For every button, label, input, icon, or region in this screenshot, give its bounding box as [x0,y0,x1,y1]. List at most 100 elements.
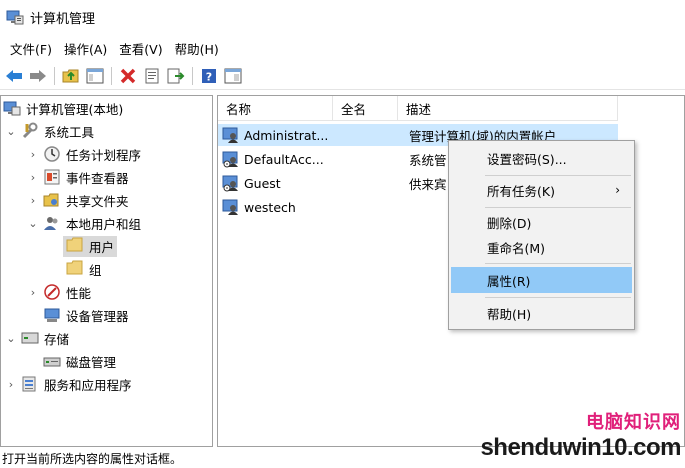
tree-item-label: 共享文件夹 [66,193,129,209]
computer-management-icon [3,99,21,117]
context-menu: 设置密码(S)... 所有任务(K) › 删除(D) 重命名(M) 属性(R) … [448,140,635,330]
menu-file[interactable]: 文件(F) [4,39,58,58]
context-menu-label: 删除(D) [487,215,532,231]
toolbar-separator [111,66,112,85]
column-header-fullname[interactable]: 全名 [333,96,398,121]
up-folder-icon[interactable] [60,65,82,87]
list-header: 名称 全名 描述 [218,96,618,121]
tree-item-performance[interactable]: › 性能 [27,281,91,303]
tree-item-label: 组 [89,262,102,278]
title-bar: 计算机管理 [0,0,685,34]
system-tools-icon [21,122,39,140]
user-name-cell: westech [244,199,296,215]
tree-item-event-viewer[interactable]: › 事件查看器 [27,166,129,188]
tree-item-label: 性能 [66,285,92,301]
toolbar: ? [0,62,685,90]
context-menu-separator [485,263,631,264]
user-name-cell: Administrat... [244,127,329,143]
tree-item-groups[interactable]: 组 [66,258,102,280]
expand-chevron-icon[interactable]: ⌄ [5,125,17,138]
user-name-cell: DefaultAcc... [244,151,324,167]
context-menu-label: 属性(R) [487,273,531,289]
context-menu-properties[interactable]: 属性(R) [451,267,632,293]
show-hide-tree-icon[interactable] [84,65,106,87]
context-menu-separator [485,207,631,208]
column-header-name[interactable]: 名称 [218,96,333,121]
context-menu-rename[interactable]: 重命名(M) [451,234,632,260]
delete-icon[interactable] [117,65,139,87]
tree-item-services-applications[interactable]: › 服务和应用程序 [5,373,132,395]
context-menu-label: 所有任务(K) [487,183,555,199]
context-menu-delete[interactable]: 删除(D) [451,209,632,235]
context-menu-set-password[interactable]: 设置密码(S)... [451,145,632,171]
expand-chevron-icon[interactable]: › [27,148,39,161]
tree-item-disk-management[interactable]: 磁盘管理 [43,350,116,372]
tree-item-label: 磁盘管理 [66,354,117,370]
view-toggle-icon[interactable] [222,65,244,87]
context-menu-all-tasks[interactable]: 所有任务(K) › [451,177,632,203]
performance-icon [43,283,61,301]
help-icon[interactable]: ? [198,65,220,87]
tree-item-label: 本地用户和组 [66,216,142,232]
context-menu-separator [485,297,631,298]
svg-text:?: ? [206,70,212,83]
folder-icon [66,237,84,255]
local-users-groups-icon [43,214,61,232]
services-apps-icon [21,375,39,393]
user-account-icon [222,126,240,144]
tree-item-label: 服务和应用程序 [44,377,132,393]
context-menu-separator [485,175,631,176]
menu-help[interactable]: 帮助(H) [169,39,225,58]
context-menu-help[interactable]: 帮助(H) [451,300,632,326]
submenu-arrow-icon: › [615,183,620,197]
tree-item-computer-management[interactable]: 计算机管理(本地) [3,97,123,119]
folder-icon [66,260,84,278]
expand-chevron-icon[interactable]: › [27,286,39,299]
tree-item-device-manager[interactable]: 设备管理器 [43,304,129,326]
context-menu-label: 重命名(M) [487,240,546,256]
tree-item-shared-folders[interactable]: › 共享文件夹 [27,189,129,211]
back-arrow-icon[interactable] [3,65,25,87]
tree-item-label: 系统工具 [44,124,95,140]
tree-item-label: 设备管理器 [66,308,129,324]
tree-item-label: 计算机管理(本地) [26,101,124,117]
disabled-user-account-icon [222,174,240,192]
context-menu-label: 帮助(H) [487,306,532,322]
expand-chevron-icon[interactable]: › [27,194,39,207]
user-name-cell: Guest [244,175,281,191]
navigation-tree[interactable]: 计算机管理(本地) ⌄ 系统工具 › 任务计划程序 › 事件查看器 › 共享文件… [0,95,213,447]
expand-chevron-icon[interactable]: ⌄ [5,332,17,345]
tree-item-system-tools[interactable]: ⌄ 系统工具 [5,120,94,142]
toolbar-separator [54,66,55,85]
tree-item-label: 任务计划程序 [66,147,142,163]
device-manager-icon [43,306,61,324]
tree-item-local-users-groups[interactable]: ⌄ 本地用户和组 [27,212,141,234]
forward-arrow-icon[interactable] [27,65,49,87]
tree-item-storage[interactable]: ⌄ 存储 [5,327,69,349]
menu-bar: 文件(F) 操作(A) 查看(V) 帮助(H) [0,36,225,60]
tree-item-users[interactable]: 用户 [63,235,118,257]
user-account-icon [222,198,240,216]
tree-selection-highlight: 用户 [63,235,118,257]
window-title: 计算机管理 [30,11,96,27]
tree-item-label: 事件查看器 [66,170,129,186]
context-menu-label: 设置密码(S)... [487,151,567,167]
toolbar-separator [192,66,193,85]
expand-chevron-icon[interactable]: › [27,171,39,184]
disk-management-icon [43,352,61,370]
menu-view[interactable]: 查看(V) [113,39,168,58]
storage-icon [21,329,39,347]
tree-item-label: 用户 [89,239,115,255]
menu-action[interactable]: 操作(A) [58,39,113,58]
export-list-icon[interactable] [165,65,187,87]
expand-chevron-icon[interactable]: ⌄ [27,217,39,230]
properties-sheet-icon[interactable] [141,65,163,87]
column-header-description[interactable]: 描述 [398,96,618,121]
expand-chevron-icon[interactable]: › [5,378,17,391]
tree-item-label: 存储 [44,331,70,347]
status-bar: 打开当前所选内容的属性对话框。 [0,449,685,468]
tree-item-task-scheduler[interactable]: › 任务计划程序 [27,143,141,165]
status-text: 打开当前所选内容的属性对话框。 [2,452,183,466]
task-scheduler-icon [43,145,61,163]
computer-management-app-icon [6,8,24,26]
